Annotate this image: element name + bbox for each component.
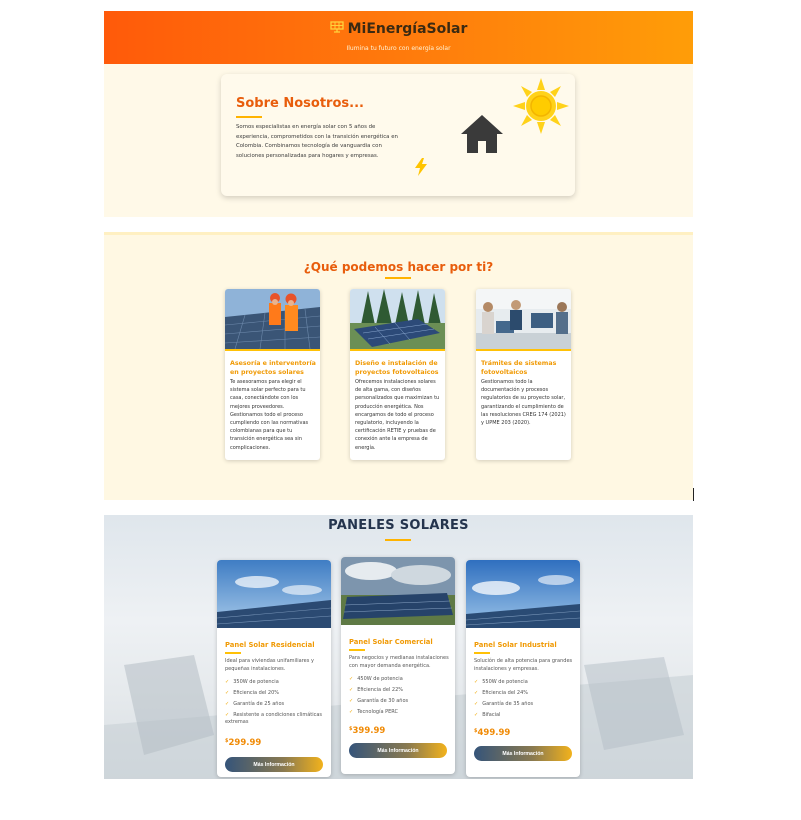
panel-name: Panel Solar Comercial [349,638,433,646]
service-card-asesoria[interactable]: Asesoría e interventoría en proyectos so… [225,289,320,460]
panels-title: PANELES SOLARES [328,518,469,533]
feature-item: ✓ Garantía de 35 años [474,701,534,707]
feature-item: ✓ Garantía de 25 años [225,701,285,707]
service-title: Diseño e instalación de proyectos fotovo… [355,360,439,376]
more-info-button[interactable]: Más Información [474,746,572,761]
service-text: Ofrecemos instalaciones solares de alta … [355,379,440,451]
about-card: Sobre Nosotros... Somos especialistas en… [221,74,575,196]
panel-price: $399.99 [349,726,386,736]
service-title: Trámites de sistemas fotovoltaicos [481,360,557,376]
house-icon [459,113,505,159]
more-info-button[interactable]: Más Información [349,743,447,758]
service-image-installation [350,289,445,351]
section-divider [104,232,693,235]
panel-price: $299.99 [225,738,262,748]
brand-name: MiEnergíaSolar [347,21,468,37]
panel-card-comercial: Panel Solar Comercial Para negocios y me… [341,557,455,774]
panel-description: Para negocios y medianas instalaciones c… [349,655,449,669]
lightning-icon [414,158,428,180]
page: MiEnergíaSolar Ilumina tu futuro con ene… [104,11,693,779]
service-text: Te asesoramos para elegir el sistema sol… [230,379,309,451]
check-icon: ✓ [474,701,479,707]
check-icon: ✓ [474,679,479,685]
site-header: MiEnergíaSolar Ilumina tu futuro con ene… [104,11,693,64]
text-cursor [693,488,694,501]
brand[interactable]: MiEnergíaSolar [104,21,693,37]
name-underline [225,652,241,654]
feature-item: ✓ 550W de potencia [474,679,528,685]
panel-card-residencial: Panel Solar Residencial Ideal para vivie… [217,560,331,777]
panel-card-industrial: Panel Solar Industrial Solución de alta … [466,560,580,777]
check-icon: ✓ [474,712,479,718]
title-underline [385,277,411,279]
name-underline [474,652,490,654]
check-icon: ✓ [225,712,230,718]
service-image-office [476,289,571,351]
service-card-diseno[interactable]: Diseño e instalación de proyectos fotovo… [350,289,445,460]
check-icon: ✓ [225,690,230,696]
panel-name: Panel Solar Industrial [474,641,557,649]
service-image-workers [225,289,320,351]
feature-item: ✓ Eficiencia del 24% [474,690,529,696]
services-section: ¿Qué podemos hacer por ti? Asesoría e in… [104,232,693,500]
services-title: ¿Qué podemos hacer por ti? [303,260,494,274]
check-icon: ✓ [349,676,354,682]
panels-section: PANELES SOLARES Panel Solar Residencial … [104,515,693,779]
feature-item: ✓ Eficiencia del 20% [225,690,280,696]
panel-price: $499.99 [474,728,511,738]
feature-item: ✓ Eficiencia del 22% [349,687,404,693]
name-underline [349,649,365,651]
feature-item: ✓ Garantía de 30 años [349,698,409,704]
feature-item: ✓ 450W de potencia [349,676,403,682]
panel-image [466,560,580,628]
feature-item: ✓ Tecnología PERC [349,709,399,715]
check-icon: ✓ [474,690,479,696]
check-icon: ✓ [349,709,354,715]
panel-description: Ideal para viviendas unifamiliares y peq… [225,658,314,672]
title-underline [385,539,411,541]
tagline: Ilumina tu futuro con energía solar [346,45,451,52]
feature-item: ✓ 350W de potencia [225,679,279,685]
panel-description: Solución de alta potencia para grandes i… [474,658,573,672]
check-icon: ✓ [349,687,354,693]
solar-panel-icon [329,21,344,37]
service-text: Gestionamos todo la documentación y proc… [481,379,566,427]
service-card-tramites[interactable]: Trámites de sistemas fotovoltaicos Gesti… [476,289,571,460]
panel-name: Panel Solar Residencial [225,641,315,649]
sun-icon [513,78,569,138]
feature-item: ✓ Bifacial [474,712,501,718]
service-title: Asesoría e interventoría en proyectos so… [230,360,316,376]
about-section: Sobre Nosotros... Somos especialistas en… [104,64,693,217]
check-icon: ✓ [225,701,230,707]
panel-image [217,560,331,628]
about-title: Sobre Nosotros... [236,96,364,111]
about-text: Somos especialistas en energía solar con… [236,124,398,159]
title-underline [236,116,262,118]
panel-image [341,557,455,625]
check-icon: ✓ [349,698,354,704]
check-icon: ✓ [225,679,230,685]
feature-item: ✓ Resistente a condiciones climáticas ext… [225,712,323,725]
more-info-button[interactable]: Más Información [225,757,323,772]
